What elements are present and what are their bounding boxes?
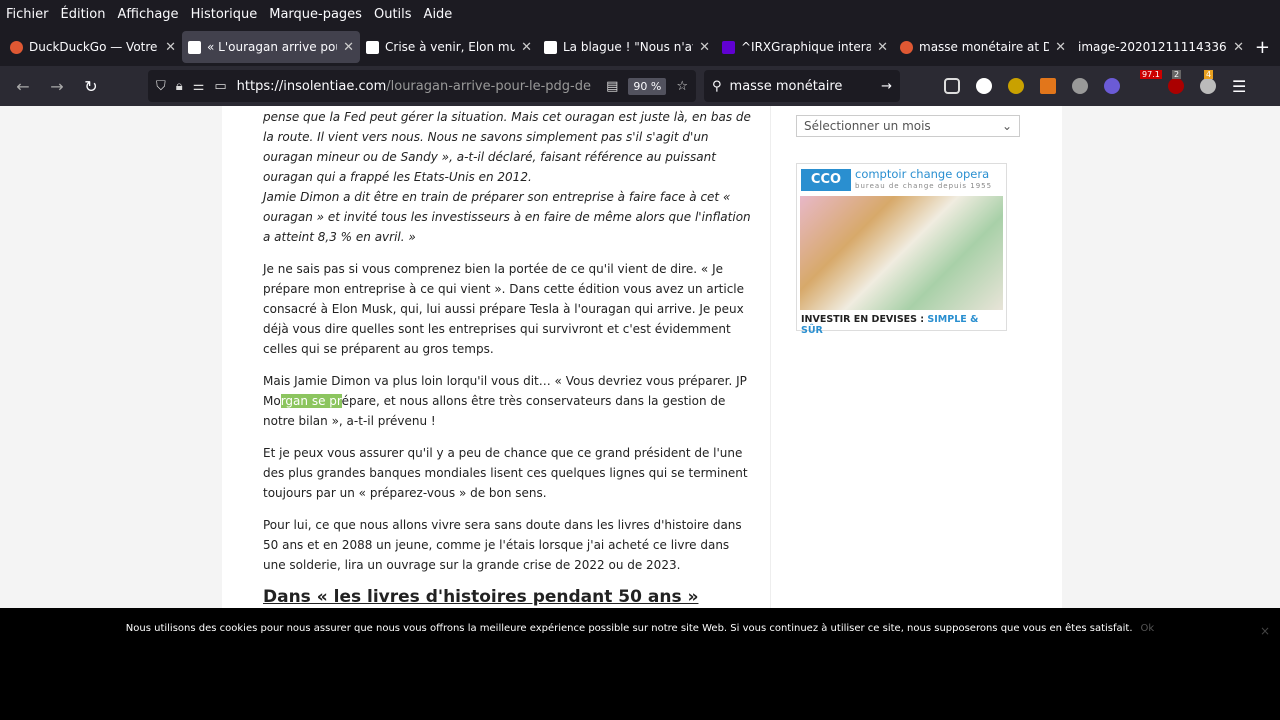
select-value: Sélectionner un mois [804, 119, 931, 133]
tab[interactable]: ^IRXGraphique intera ✕ [716, 31, 894, 63]
close-tab-icon[interactable]: ✕ [1233, 40, 1244, 55]
ad-tagline: bureau de change depuis 1955 [855, 182, 993, 190]
cookie-message: Nous utilisons des cookies pour nous ass… [125, 623, 1133, 634]
badge: 2 [1172, 70, 1182, 79]
divider [770, 106, 771, 608]
paragraph: Mais Jamie Dimon va plus loin lorqu'il v… [263, 371, 753, 431]
extension-lion-icon[interactable] [1008, 78, 1024, 94]
badge: 97.1 [1140, 70, 1162, 79]
close-tab-icon[interactable]: ✕ [343, 40, 354, 55]
tab-title: image-20201211114336- [1078, 40, 1228, 54]
search-bar[interactable]: ⚲ masse monétaire → [704, 70, 900, 102]
tab-bar: DuckDuckGo — Votre ✕ « L'ouragan arrive p… [0, 28, 1280, 66]
zoom-level[interactable]: 90 % [628, 77, 667, 95]
url-domain: https://insolentiae.com [236, 78, 387, 94]
back-icon[interactable]: ← [6, 77, 40, 96]
menu-outils[interactable]: Outils [374, 7, 412, 22]
article: pense que la Fed peut gérer la situation… [263, 106, 753, 607]
nav-bar: ← → ↻ ⛉ 🔒︎ ⚌ ▭ https://insolentiae.com/l… [0, 66, 1280, 106]
close-tab-icon[interactable]: ✕ [521, 40, 532, 55]
quote: Jamie Dimon a dit être en train de prépa… [263, 190, 751, 244]
url-text[interactable]: https://insolentiae.com/louragan-arrive-… [237, 79, 596, 94]
tab-active[interactable]: « L'ouragan arrive pou ✕ [182, 31, 360, 63]
ad-cta: INVESTIR EN DEVISES : SIMPLE & SÛR [797, 310, 1006, 340]
duckduckgo-icon [10, 40, 23, 54]
shield-icon[interactable]: ⛉ [156, 79, 166, 94]
tab-title: « L'ouragan arrive pou [207, 40, 338, 54]
metamask-icon[interactable] [1040, 78, 1056, 94]
extension-d-icon[interactable] [976, 78, 992, 94]
tab-title: Crise à venir, Elon mu [385, 40, 516, 54]
tab-title: DuckDuckGo — Votre [29, 40, 158, 54]
menu-fichier[interactable]: Fichier [6, 7, 49, 22]
tab[interactable]: La blague ! "Nous n'av ✕ [538, 31, 716, 63]
quote: pense que la Fed peut gérer la situation… [263, 110, 751, 184]
close-icon[interactable]: × [1260, 624, 1270, 638]
tab-title: ^IRXGraphique intera [741, 40, 872, 54]
paragraph: Je ne sais pas si vous comprenez bien la… [263, 262, 745, 356]
badge: 4 [1204, 70, 1214, 79]
ad-banner[interactable]: CCO comptoir change opera bureau de change… [796, 163, 1007, 336]
close-tab-icon[interactable]: ✕ [877, 40, 888, 55]
new-tab-icon[interactable]: + [1255, 37, 1270, 58]
yahoo-icon [722, 40, 735, 54]
month-select[interactable]: Sélectionner un mois ⌄ [796, 115, 1020, 137]
tab[interactable]: masse monétaire at D ✕ [894, 31, 1072, 63]
ad-brand: comptoir change opera [855, 167, 990, 181]
ad-cta-text: INVESTIR EN DEVISES : [801, 314, 925, 325]
bookmark-star-icon[interactable]: ☆ [676, 79, 688, 94]
text-selection[interactable]: rgan se pr [280, 394, 342, 408]
extension-ghost-icon[interactable] [1104, 78, 1120, 94]
site-icon [366, 40, 379, 54]
chevron-down-icon: ⌄ [1001, 119, 1012, 133]
tab[interactable]: image-20201211114336- ✕ [1072, 31, 1250, 63]
arrow-right-icon[interactable]: → [881, 79, 892, 94]
cookie-banner: Nous utilisons des cookies pour nous ass… [0, 608, 1280, 720]
menu-aide[interactable]: Aide [424, 7, 453, 22]
ad-logo: CCO [801, 169, 851, 191]
tab[interactable]: DuckDuckGo — Votre ✕ [4, 31, 182, 63]
close-tab-icon[interactable]: ✕ [699, 40, 710, 55]
menu-marque-pages[interactable]: Marque-pages [269, 7, 362, 22]
reader-view-icon[interactable]: ▤ [606, 79, 618, 94]
menu-icon[interactable]: ☰ [1232, 77, 1246, 96]
paragraph: Et je peux vous assurer qu'il y a peu de… [263, 446, 748, 500]
site-icon [544, 40, 557, 54]
url-bar[interactable]: ⛉ 🔒︎ ⚌ ▭ https://insolentiae.com/louraga… [148, 70, 696, 102]
lock-icon[interactable]: 🔒︎ [176, 79, 183, 94]
cookie-ok-button[interactable]: Ok [1141, 623, 1155, 634]
menu-bar: Fichier Édition Affichage Historique Mar… [0, 0, 1280, 28]
extension-icon[interactable] [1072, 78, 1088, 94]
menu-affichage[interactable]: Affichage [117, 7, 178, 22]
pocket-icon[interactable] [944, 78, 960, 94]
tab-title: masse monétaire at D [919, 40, 1050, 54]
banknotes-image [800, 196, 1003, 310]
extension-icon[interactable]: 4 [1200, 70, 1216, 94]
reload-icon[interactable]: ↻ [74, 77, 108, 96]
search-input[interactable]: masse monétaire [730, 79, 874, 94]
extension-badge-icon[interactable]: 97.1 [1136, 70, 1162, 94]
extensions: 97.1 2 4 ☰ [944, 66, 1246, 106]
forward-icon[interactable]: → [40, 77, 74, 96]
menu-historique[interactable]: Historique [191, 7, 258, 22]
duckduckgo-icon [900, 40, 913, 54]
tab[interactable]: Crise à venir, Elon mu ✕ [360, 31, 538, 63]
ublock-icon[interactable]: 2 [1168, 70, 1184, 94]
search-icon: ⚲ [712, 78, 722, 94]
tab-title: La blague ! "Nous n'av [563, 40, 694, 54]
site-icon [188, 40, 201, 54]
url-path: /louragan-arrive-pour-le-pdg-de [386, 78, 591, 94]
close-tab-icon[interactable]: ✕ [165, 40, 176, 55]
paragraph: Pour lui, ce que nous allons vivre sera … [263, 518, 742, 572]
permissions-icon[interactable]: ⚌ [193, 79, 205, 94]
page-content: pense que la Fed peut gérer la situation… [222, 106, 1062, 608]
section-heading[interactable]: Dans « les livres d'histoires pendant 50… [263, 587, 753, 607]
close-tab-icon[interactable]: ✕ [1055, 40, 1066, 55]
comment-icon[interactable]: ▭ [214, 79, 226, 94]
menu-edition[interactable]: Édition [61, 7, 106, 22]
